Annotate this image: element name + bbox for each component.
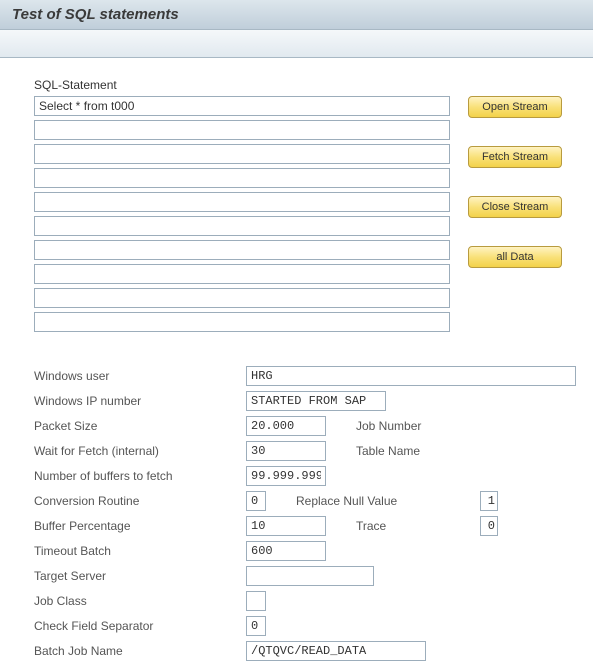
job-class-input[interactable]	[246, 591, 266, 611]
field-sep-label: Check Field Separator	[34, 619, 246, 633]
form-rows: Windows user Windows IP number Packet Si…	[34, 366, 583, 661]
timeout-label: Timeout Batch	[34, 544, 246, 558]
sql-area: Open Stream Fetch Stream Close Stream al…	[34, 96, 583, 332]
sql-line-6[interactable]	[34, 216, 450, 236]
job-number-label: Job Number	[326, 419, 480, 433]
page-title: Test of SQL statements	[12, 6, 581, 23]
sql-line-8[interactable]	[34, 264, 450, 284]
num-buffers-input[interactable]	[246, 466, 326, 486]
replace-null-input[interactable]	[480, 491, 498, 511]
sql-line-2[interactable]	[34, 120, 450, 140]
windows-user-label: Windows user	[34, 369, 246, 383]
wait-fetch-input[interactable]	[246, 441, 326, 461]
field-sep-input[interactable]	[246, 616, 266, 636]
conv-routine-label: Conversion Routine	[34, 494, 246, 508]
num-buffers-label: Number of buffers to fetch	[34, 469, 246, 483]
sql-line-3[interactable]	[34, 144, 450, 164]
fetch-stream-button[interactable]: Fetch Stream	[468, 146, 562, 168]
target-server-label: Target Server	[34, 569, 246, 583]
sql-line-7[interactable]	[34, 240, 450, 260]
toolbar	[0, 30, 593, 58]
packet-size-input[interactable]	[246, 416, 326, 436]
open-stream-button[interactable]: Open Stream	[468, 96, 562, 118]
sql-line-1[interactable]	[34, 96, 450, 116]
sql-line-10[interactable]	[34, 312, 450, 332]
target-server-input[interactable]	[246, 566, 374, 586]
timeout-input[interactable]	[246, 541, 326, 561]
job-class-label: Job Class	[34, 594, 246, 608]
content-area: SQL-Statement Open Stream Fetch Stream C…	[0, 58, 593, 671]
title-bar: Test of SQL statements	[0, 0, 593, 30]
windows-ip-input[interactable]	[246, 391, 386, 411]
replace-null-label: Replace Null Value	[266, 494, 480, 508]
windows-user-input[interactable]	[246, 366, 576, 386]
buffer-pct-input[interactable]	[246, 516, 326, 536]
sql-line-5[interactable]	[34, 192, 450, 212]
all-data-button[interactable]: all Data	[468, 246, 562, 268]
table-name-label: Table Name	[326, 444, 480, 458]
trace-input[interactable]	[480, 516, 498, 536]
sql-section-label: SQL-Statement	[34, 78, 583, 92]
sql-buttons: Open Stream Fetch Stream Close Stream al…	[468, 96, 562, 332]
windows-ip-label: Windows IP number	[34, 394, 246, 408]
sql-line-9[interactable]	[34, 288, 450, 308]
buffer-pct-label: Buffer Percentage	[34, 519, 246, 533]
trace-label: Trace	[326, 519, 480, 533]
packet-size-label: Packet Size	[34, 419, 246, 433]
sql-line-4[interactable]	[34, 168, 450, 188]
close-stream-button[interactable]: Close Stream	[468, 196, 562, 218]
wait-fetch-label: Wait for Fetch (internal)	[34, 444, 246, 458]
conv-routine-input[interactable]	[246, 491, 266, 511]
batch-name-input[interactable]	[246, 641, 426, 661]
sql-inputs	[34, 96, 450, 332]
